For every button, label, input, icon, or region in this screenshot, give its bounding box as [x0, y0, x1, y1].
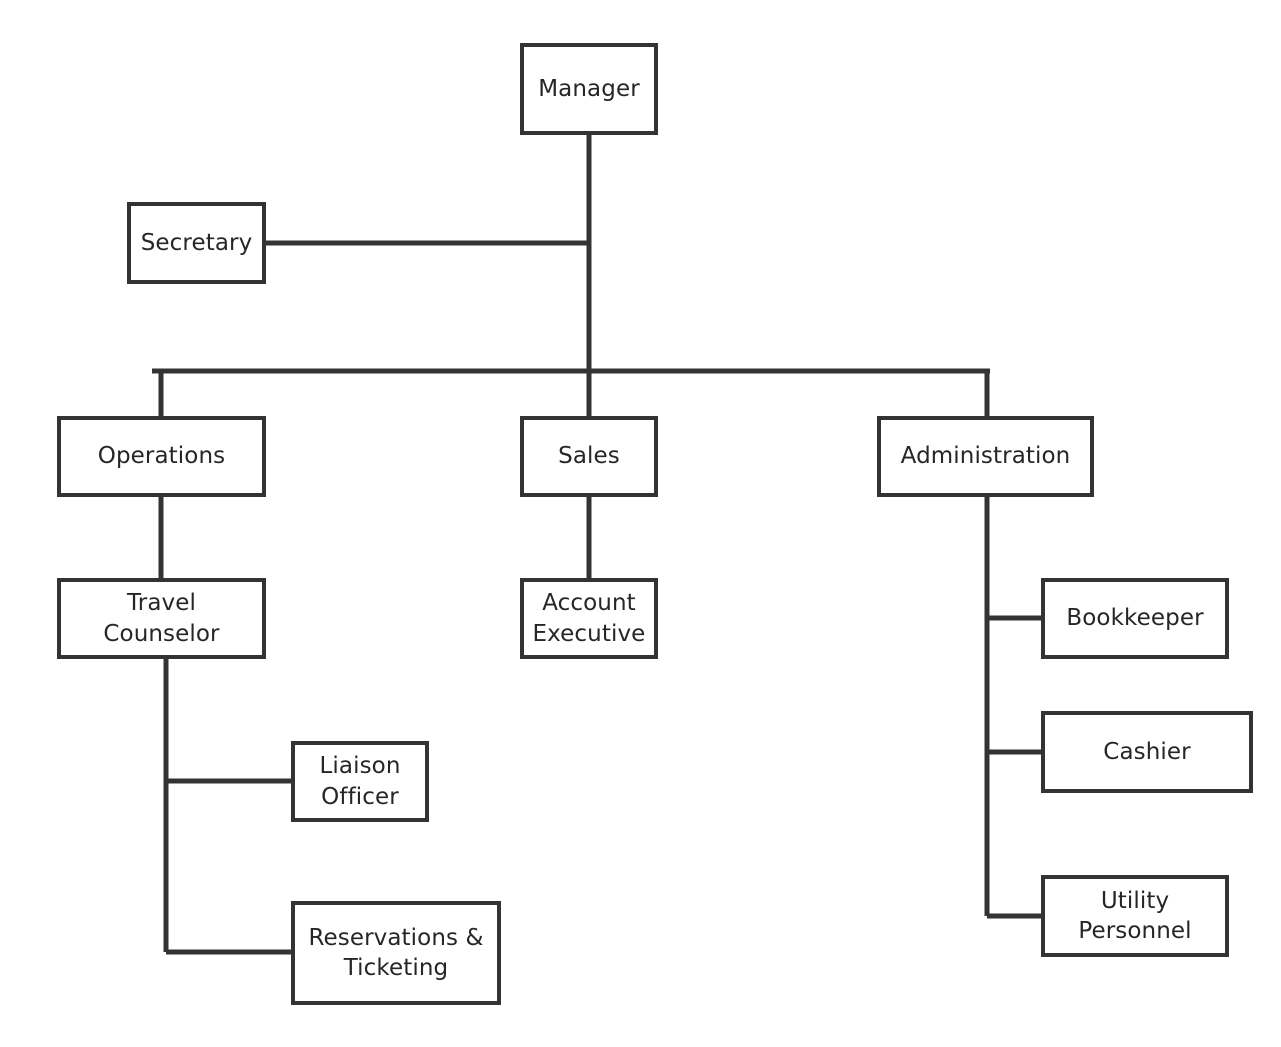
- node-cashier-label: Cashier: [1103, 738, 1191, 765]
- node-bookkeeper-label: Bookkeeper: [1066, 605, 1204, 632]
- node-liaison-officer[interactable]: Liaison Officer: [291, 741, 429, 822]
- node-secretary[interactable]: Secretary: [127, 202, 266, 284]
- node-bookkeeper[interactable]: Bookkeeper: [1041, 578, 1229, 659]
- node-secretary-label: Secretary: [140, 229, 253, 256]
- org-chart-canvas: Manager Secretary Operations Sales Admin…: [0, 0, 1281, 1047]
- node-reservations-ticketing[interactable]: Reservations & Ticketing: [291, 901, 501, 1005]
- node-administration[interactable]: Administration: [877, 416, 1094, 497]
- node-reservations-ticketing-label: Reservations & Ticketing: [308, 924, 484, 981]
- node-sales[interactable]: Sales: [520, 416, 658, 497]
- node-sales-label: Sales: [558, 443, 620, 470]
- node-manager-label: Manager: [538, 75, 640, 102]
- node-utility-personnel[interactable]: Utility Personnel: [1041, 875, 1229, 957]
- node-cashier[interactable]: Cashier: [1041, 711, 1253, 793]
- node-operations-label: Operations: [97, 443, 226, 470]
- node-travel-counselor[interactable]: Travel Counselor: [57, 578, 266, 659]
- node-travel-counselor-label: Travel Counselor: [103, 590, 220, 647]
- node-account-executive-label: Account Executive: [532, 590, 646, 647]
- node-manager[interactable]: Manager: [520, 43, 658, 135]
- node-account-executive[interactable]: Account Executive: [520, 578, 658, 659]
- node-administration-label: Administration: [900, 443, 1071, 470]
- node-operations[interactable]: Operations: [57, 416, 266, 497]
- node-utility-personnel-label: Utility Personnel: [1078, 887, 1192, 944]
- node-liaison-officer-label: Liaison Officer: [319, 753, 401, 810]
